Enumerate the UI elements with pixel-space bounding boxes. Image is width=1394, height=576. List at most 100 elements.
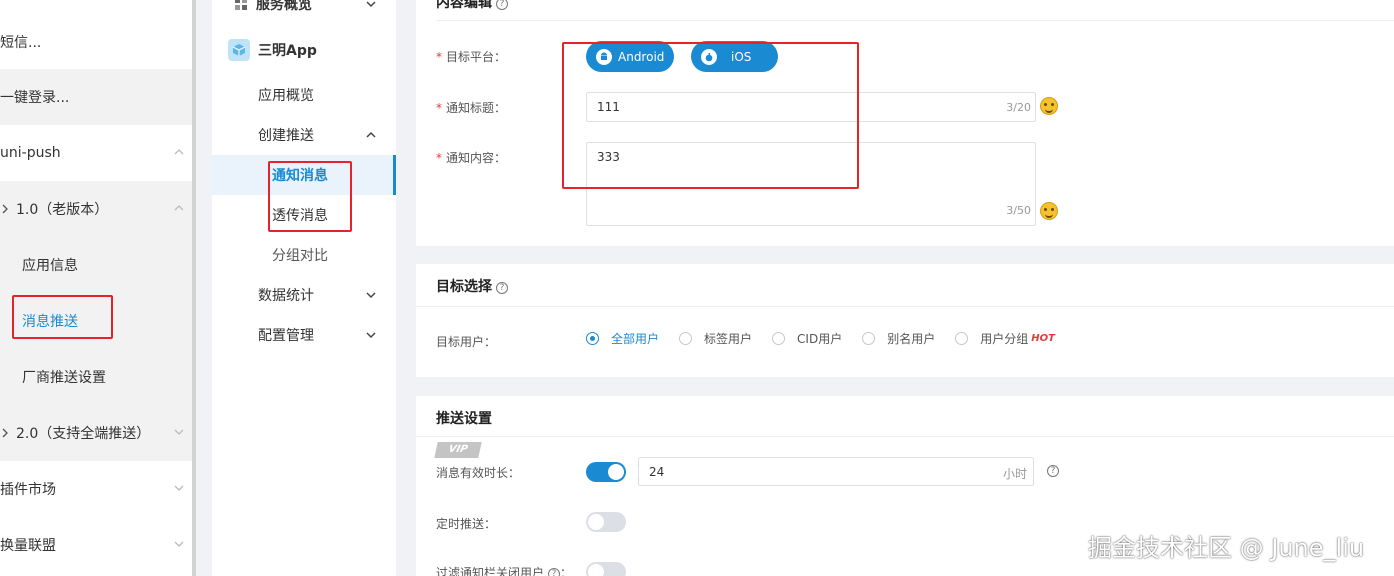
filter-closed-users-toggle[interactable] (586, 562, 626, 576)
platform-label: * 目标平台： (436, 50, 507, 64)
help-icon[interactable]: ? (548, 568, 561, 576)
radio-cid-users[interactable]: CID用户 (772, 330, 842, 347)
left-nav-push-v1[interactable]: 1.0（老版本） (0, 181, 192, 237)
notify-content-textarea[interactable]: 333 3/50 (586, 142, 1036, 226)
card-divider (416, 436, 1394, 437)
help-icon[interactable]: ? (496, 282, 508, 294)
help-icon[interactable]: ? (496, 0, 508, 10)
scheduled-push-label: 定时推送： (436, 517, 497, 531)
mid-nav-app-label: 三明App (258, 43, 317, 59)
left-sidebar: 短信... 一键登录... uni-push 1.0（老版本） 应用信息 消息推… (0, 0, 192, 576)
left-nav-sms[interactable]: 短信... (0, 14, 192, 70)
ttl-label: 消息有效时长： (436, 466, 521, 480)
app-cube-icon (228, 39, 250, 61)
left-nav-push-v2-label: 2.0（支持全端推送） (16, 426, 151, 442)
radio-dot (679, 332, 693, 345)
radio-all-users[interactable]: 全部用户 (586, 330, 659, 347)
radio-tag-users-label: 标签用户 (704, 332, 753, 346)
chevron-right-icon (2, 428, 8, 438)
left-nav-vendor-push-label: 厂商推送设置 (22, 370, 106, 386)
ios-label: iOS (731, 49, 752, 64)
mid-nav-passthrough-message[interactable]: 透传消息 (212, 195, 396, 235)
notify-content-label: * 通知内容： (436, 151, 507, 165)
radio-all-users-label: 全部用户 (611, 332, 660, 346)
watermark: 掘金技术社区 @ June_liu (1088, 534, 1365, 562)
notify-content-value: 333 (597, 150, 620, 164)
radio-user-group[interactable]: 用户分组 HOT (955, 330, 1055, 347)
left-nav-traffic-alliance-label: 换量联盟 (0, 538, 56, 554)
chevron-down-icon (174, 429, 184, 435)
sidebar-scroll-divider[interactable] (192, 0, 196, 576)
mid-nav-create-push[interactable]: 创建推送 (212, 115, 396, 155)
chevron-up-icon (174, 149, 184, 155)
notify-title-label: * 通知标题： (436, 101, 507, 115)
notify-content-label-text: 通知内容： (446, 151, 507, 165)
help-icon[interactable]: ? (1047, 465, 1059, 477)
mid-nav-app-overview[interactable]: 应用概览 (212, 75, 396, 115)
left-nav-app-info[interactable]: 应用信息 (0, 237, 192, 293)
mid-nav: 服务概览 三明App 应用概览 创建推送 通知消息 透传消息 分组对比 数据统计… (212, 0, 396, 576)
emoji-picker-icon[interactable] (1040, 202, 1058, 220)
mid-nav-create-push-label: 创建推送 (258, 128, 314, 144)
left-nav-one-click-login[interactable]: 一键登录... (0, 69, 192, 125)
mid-nav-config-mgmt-label: 配置管理 (258, 328, 314, 344)
radio-user-group-label: 用户分组 (980, 332, 1029, 346)
content-edit-title-text: 内容编辑 (436, 0, 492, 11)
target-select-title-text: 目标选择 (436, 279, 492, 295)
mid-nav-notify-message[interactable]: 通知消息 (212, 155, 396, 195)
vip-badge: VIP (434, 442, 482, 458)
dashboard-icon (235, 0, 247, 10)
card-divider (436, 20, 1394, 21)
radio-dot (955, 332, 969, 345)
emoji-picker-icon[interactable] (1040, 97, 1058, 115)
radio-dot (772, 332, 786, 345)
mid-nav-config-mgmt[interactable]: 配置管理 (212, 315, 396, 355)
notify-title-input[interactable]: 111 3/20 (586, 92, 1036, 122)
left-nav-sms-label: 短信... (0, 35, 42, 51)
ttl-toggle[interactable] (586, 462, 626, 482)
ttl-input[interactable]: 24 小时 (638, 457, 1034, 486)
chevron-up-icon (366, 131, 376, 138)
left-nav-app-info-label: 应用信息 (22, 258, 78, 274)
left-nav-vendor-push[interactable]: 厂商推送设置 (0, 349, 192, 405)
mid-nav-group-compare[interactable]: 分组对比 (212, 235, 396, 275)
chevron-up-icon (174, 205, 184, 211)
filter-closed-users-label-text: 过滤通知栏关闭用户 (436, 566, 545, 576)
target-user-radio-group: 全部用户 标签用户 CID用户 别名用户 用户分组 HOT (586, 330, 1075, 347)
radio-tag-users[interactable]: 标签用户 (679, 330, 752, 347)
android-label: Android (618, 49, 665, 64)
notify-title-label-text: 通知标题： (446, 101, 507, 115)
mid-nav-data-stats[interactable]: 数据统计 (212, 275, 396, 315)
mid-nav-service-overview[interactable]: 服务概览 (212, 0, 396, 24)
chevron-down-icon (366, 332, 376, 339)
mid-nav-passthrough-message-label: 透传消息 (272, 208, 328, 224)
left-nav-message-push[interactable]: 消息推送 (0, 293, 192, 349)
toggle-knob (608, 464, 624, 480)
mid-nav-app[interactable]: 三明App (212, 30, 396, 70)
left-nav-traffic-alliance[interactable]: 换量联盟 (0, 517, 192, 573)
left-nav-push-v2[interactable]: 2.0（支持全端推送） (0, 405, 192, 461)
content-edit-card: 内容编辑? * 目标平台： Android iOS * 通知标题： 111 3/20… (416, 0, 1394, 246)
chevron-down-icon (174, 485, 184, 491)
left-nav-uni-push[interactable]: uni-push (0, 125, 192, 181)
target-user-label: 目标用户： (436, 335, 497, 349)
radio-alias-users-label: 别名用户 (887, 332, 936, 346)
left-nav-push-v1-label: 1.0（老版本） (16, 202, 109, 218)
toggle-knob (588, 564, 604, 576)
radio-alias-users[interactable]: 别名用户 (862, 330, 935, 347)
ttl-unit: 小时 (1002, 467, 1027, 481)
android-platform-button[interactable]: Android (586, 41, 674, 72)
apple-icon (701, 48, 717, 65)
ttl-value: 24 (649, 465, 665, 479)
toggle-knob (588, 514, 604, 530)
mid-nav-notify-message-label: 通知消息 (272, 168, 328, 184)
ios-platform-button[interactable]: iOS (691, 41, 778, 72)
chevron-down-icon (366, 292, 376, 299)
mid-nav-group-compare-label: 分组对比 (272, 248, 328, 264)
card-divider (416, 306, 1394, 307)
left-nav-plugin-market[interactable]: 插件市场 (0, 461, 192, 517)
android-icon (596, 48, 612, 65)
radio-dot (862, 332, 876, 345)
chevron-down-icon (174, 541, 184, 547)
scheduled-push-toggle[interactable] (586, 512, 626, 532)
